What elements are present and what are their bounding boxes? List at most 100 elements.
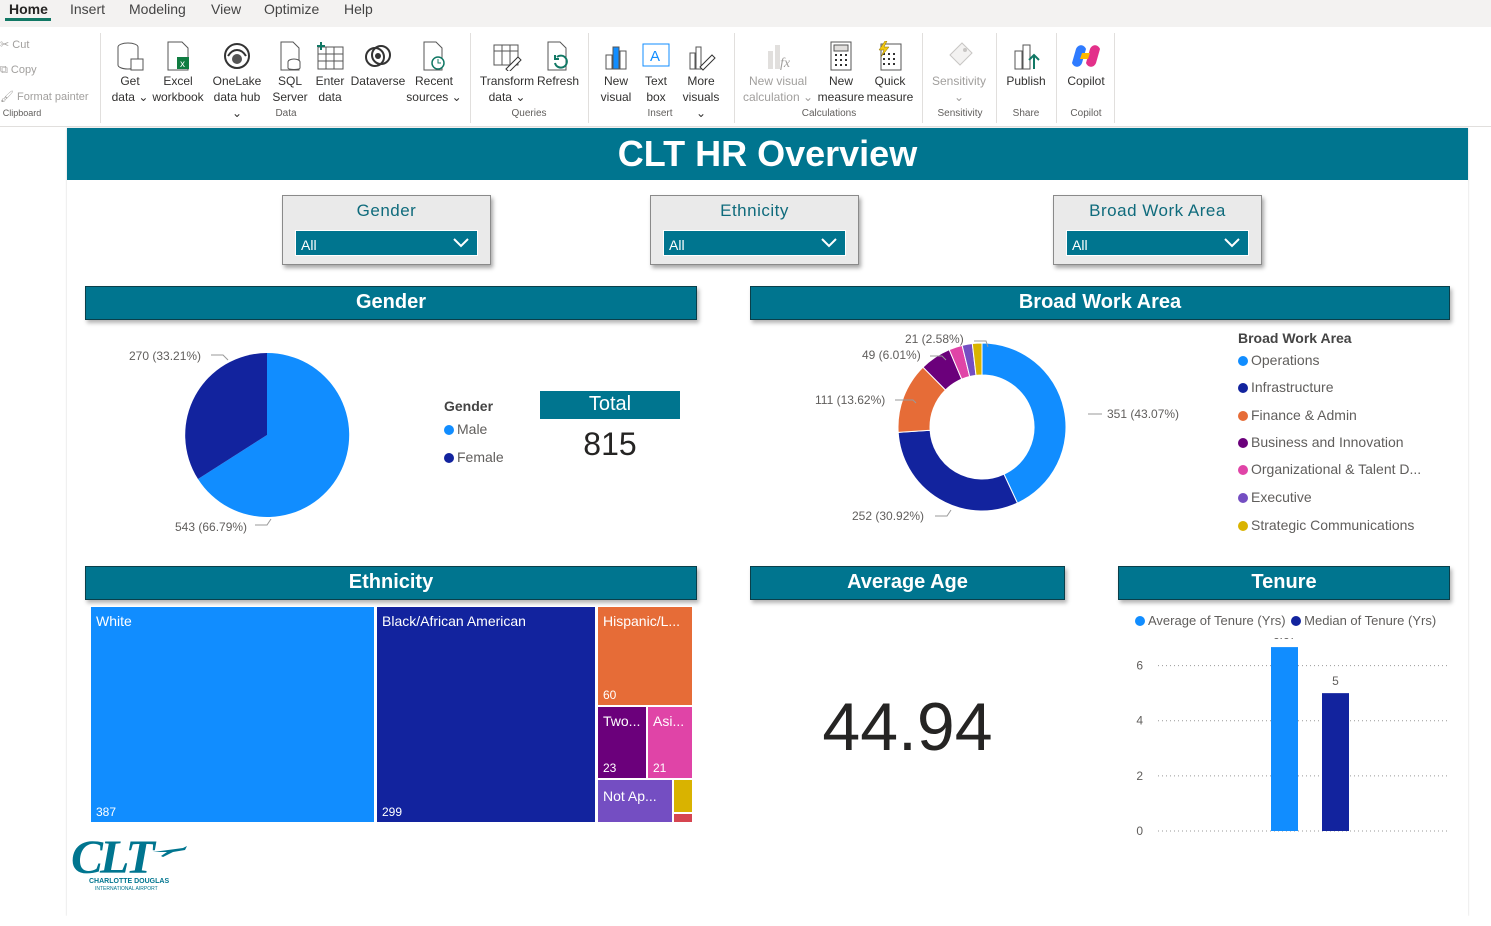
dataverse-button[interactable]: Dataverse <box>350 35 406 89</box>
chevron-down-icon <box>453 238 469 248</box>
copy-button[interactable]: ⧉ Copy <box>0 64 37 77</box>
text-box-label-1: Text <box>644 74 667 88</box>
group-calculations-label: Calculations <box>801 108 857 119</box>
tab-modeling[interactable]: Modeling <box>129 0 186 20</box>
transform-icon <box>478 35 536 71</box>
legend-dot-icon <box>1238 493 1248 503</box>
legend-dot-icon <box>1238 521 1248 531</box>
tenure-bar-median[interactable] <box>1322 693 1349 831</box>
slicer-work-area: Broad Work Area All <box>1053 195 1262 265</box>
legend-item-organizational[interactable]: Organizational & Talent D... <box>1238 461 1421 489</box>
tab-view[interactable]: View <box>211 0 241 20</box>
legend-item-operations[interactable]: Operations <box>1238 352 1421 379</box>
legend-item-business[interactable]: Business and Innovation <box>1238 434 1421 461</box>
tab-insert[interactable]: Insert <box>70 0 105 20</box>
quick-measure-button[interactable]: Quick measure <box>866 35 914 105</box>
text-box-button[interactable]: A Text box <box>638 35 674 105</box>
tab-help[interactable]: Help <box>344 0 373 20</box>
slicer-gender-dropdown[interactable]: All <box>295 230 478 256</box>
onelake-button[interactable]: OneLake data hub ⌄ <box>207 35 267 121</box>
treemap-tile-black[interactable]: Black/African American 299 <box>376 606 596 823</box>
treemap-tile-white[interactable]: White 387 <box>90 606 375 823</box>
legend-item-finance[interactable]: Finance & Admin <box>1238 407 1421 434</box>
legend-item-strategic[interactable]: Strategic Communications <box>1238 517 1421 544</box>
group-share-label: Share <box>1012 108 1040 119</box>
slicer-work-area-label: Broad Work Area <box>1089 201 1226 220</box>
publish-label: Publish <box>1006 74 1046 88</box>
report-canvas: CLT HR Overview Gender All Ethnicity All… <box>67 128 1468 916</box>
group-sensitivity-label: Sensitivity <box>937 108 983 119</box>
group-copilot-label: Copilot <box>1070 108 1102 119</box>
slicer-work-area-dropdown[interactable]: All <box>1066 230 1249 256</box>
y-tick-label: 4 <box>1136 714 1143 728</box>
more-visuals-label-1: More <box>687 74 715 88</box>
excel-workbook-button[interactable]: x Excel workbook <box>151 35 205 105</box>
quick-measure-icon <box>866 35 914 71</box>
sensitivity-button[interactable]: Sensitivity ⌄ <box>928 35 990 105</box>
divider <box>470 33 471 123</box>
database-icon <box>109 35 151 71</box>
recent-label-1: Recent <box>414 74 454 88</box>
treemap-tile-other[interactable] <box>673 779 693 813</box>
tab-optimize[interactable]: Optimize <box>264 0 319 20</box>
legend-item-executive[interactable]: Executive <box>1238 489 1421 517</box>
gender-header: Gender <box>85 286 697 320</box>
recent-sources-button[interactable]: Recent sources ⌄ <box>406 35 462 105</box>
treemap-tile-asian[interactable]: Asi... 21 <box>647 706 693 779</box>
divider <box>734 33 735 123</box>
format-painter-button[interactable]: 🖌 Format painter <box>0 90 89 103</box>
legend-item-infrastructure[interactable]: Infrastructure <box>1238 379 1421 407</box>
total-card-header: Total <box>540 391 680 419</box>
legend-dot-icon <box>1135 616 1145 626</box>
cut-label: Cut <box>12 39 30 51</box>
legend-item-median[interactable]: Median of Tenure (Yrs) <box>1289 613 1436 628</box>
visual-calc-label-2: calculation <box>742 90 800 104</box>
new-measure-button[interactable]: New measure <box>816 35 866 105</box>
excel-label-2: workbook <box>152 90 204 104</box>
visual-calculation-icon: fx <box>742 35 814 71</box>
slicer-ethnicity-dropdown[interactable]: All <box>663 230 846 256</box>
tenure-bar-average[interactable] <box>1271 647 1298 831</box>
sql-server-button[interactable]: SQL Server <box>270 35 310 105</box>
enter-data-button[interactable]: Enter data <box>312 35 348 105</box>
treemap-tile-hispanic[interactable]: Hispanic/L... 60 <box>597 606 693 706</box>
svg-text:A: A <box>650 48 660 65</box>
chevron-down-icon <box>1224 238 1240 248</box>
tile-value: 23 <box>603 761 617 775</box>
enter-label-2: data <box>318 90 342 104</box>
tile-label: White <box>96 613 132 629</box>
get-data-button[interactable]: Get data ⌄ <box>109 35 151 105</box>
new-visual-label-1: New <box>603 74 628 88</box>
tab-home[interactable]: Home <box>9 0 48 20</box>
excel-label-1: Excel <box>163 74 193 88</box>
active-tab-indicator <box>5 18 51 21</box>
ethnicity-treemap: White 387 Black/African American 299 Hispa… <box>90 606 693 823</box>
divider <box>922 33 923 123</box>
publish-button[interactable]: Publish <box>1004 35 1048 89</box>
legend-dot-icon <box>444 453 454 463</box>
legend-item-average[interactable]: Average of Tenure (Yrs) <box>1135 613 1286 628</box>
transform-data-button[interactable]: Transform data ⌄ <box>478 35 536 105</box>
tile-label: Asi... <box>653 713 685 729</box>
more-visuals-icon <box>676 35 726 71</box>
cut-button[interactable]: ✂ Cut <box>0 38 29 51</box>
legend-label: Median of Tenure (Yrs) <box>1304 613 1437 628</box>
legend-dot-icon <box>444 425 454 435</box>
new-visual-button[interactable]: New visual <box>596 35 636 105</box>
refresh-button[interactable]: Refresh <box>536 35 580 89</box>
treemap-tile-other-2[interactable] <box>673 813 693 823</box>
new-visual-calculation-button[interactable]: fx New visual calculation ⌄ <box>742 35 814 105</box>
treemap-tile-not-applicable[interactable]: Not Ap... <box>597 779 673 823</box>
tile-value: 21 <box>653 761 667 775</box>
legend-label: Infrastructure <box>1251 379 1334 395</box>
more-visuals-button[interactable]: More visuals ⌄ <box>676 35 726 121</box>
copy-label: Copy <box>10 64 37 76</box>
dataverse-label: Dataverse <box>350 74 406 88</box>
copilot-button[interactable]: Copilot <box>1062 35 1110 89</box>
calculator-icon <box>816 35 866 71</box>
more-visuals-label-2: visuals <box>682 90 720 104</box>
legend-item-male[interactable]: Male <box>444 421 487 437</box>
y-tick-label: 6 <box>1136 659 1143 673</box>
treemap-tile-two-or-more[interactable]: Two... 23 <box>597 706 647 779</box>
legend-item-female[interactable]: Female <box>444 449 504 465</box>
